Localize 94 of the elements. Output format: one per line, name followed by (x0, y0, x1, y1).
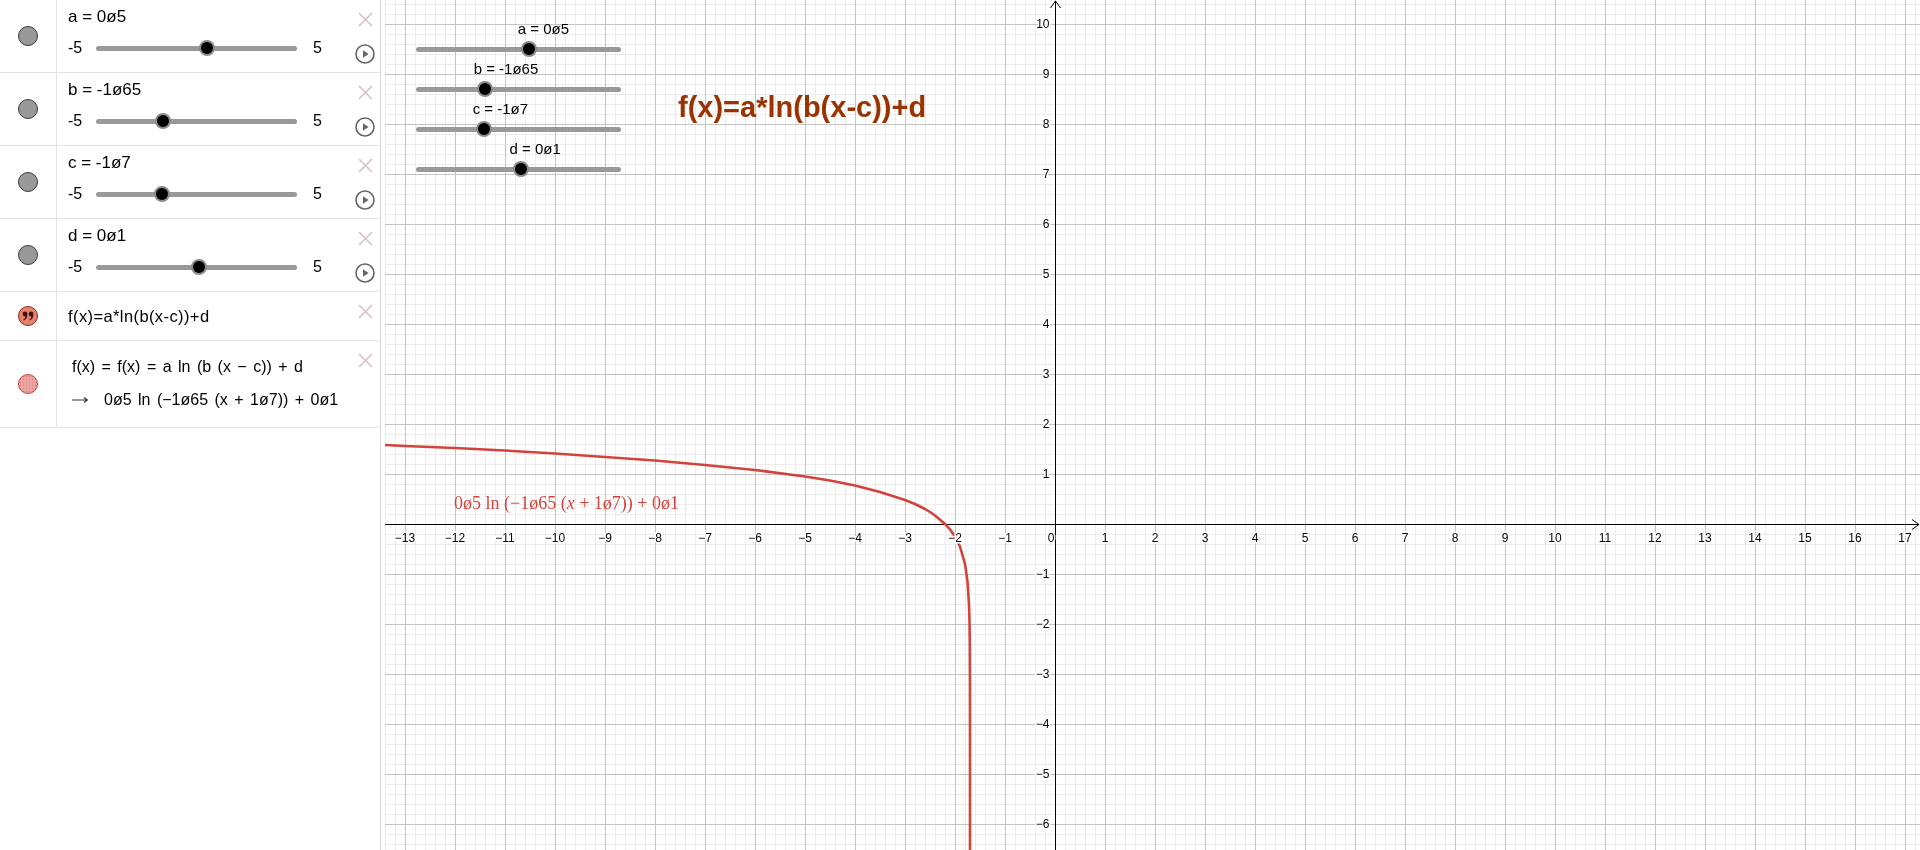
axis-tick-label: 1 (1101, 530, 1109, 545)
slider-min-label: -5 (68, 111, 83, 131)
dot-icon[interactable] (18, 172, 38, 192)
slider-label: a = 0ø5 (68, 6, 127, 28)
dot-icon[interactable] (18, 245, 38, 265)
slider-track[interactable] (416, 41, 621, 57)
play-icon[interactable] (355, 44, 375, 64)
axis-tick-label: 11 (1598, 530, 1612, 545)
slider-thumb[interactable] (520, 41, 537, 57)
axis-tick-label: 2 (1151, 530, 1159, 545)
play-icon[interactable] (355, 263, 375, 283)
axis-tick-label: 12 (1648, 530, 1662, 545)
slider-label: c = -1ø7 (472, 99, 529, 119)
axis-tick-label: 4 (1251, 530, 1259, 545)
axis-tick-label: −10 (544, 530, 566, 545)
axis-tick-label: 9 (1042, 67, 1050, 82)
slider-max-label: 5 (313, 257, 322, 277)
slider-min-label: -5 (68, 184, 83, 204)
axis-tick-label: 17 (1898, 530, 1912, 545)
quote-icon[interactable] (18, 306, 38, 326)
axis-tick-label: 7 (1401, 530, 1409, 545)
slider-track[interactable] (96, 259, 297, 275)
slider-min-label: -5 (68, 257, 83, 277)
axis-tick-label: 2 (1042, 417, 1050, 432)
dot-icon[interactable] (18, 26, 38, 46)
axis-tick-label: 14 (1748, 530, 1762, 545)
slider-max-label: 5 (313, 38, 322, 58)
axis-tick-label: 15 (1798, 530, 1812, 545)
axis-tick-label: 3 (1201, 530, 1209, 545)
slider-track[interactable] (416, 161, 621, 177)
axis-tick-label: 16 (1848, 530, 1862, 545)
axis-tick-label: −11 (495, 530, 515, 545)
slider-thumb[interactable] (198, 40, 215, 56)
axis-tick-label: 1 (1042, 467, 1050, 482)
axis-tick-label: −2 (1035, 617, 1050, 632)
slider-track[interactable] (416, 81, 621, 97)
axis-tick-label: −6 (748, 530, 762, 545)
slider-label: b = -1ø65 (473, 59, 539, 79)
slider-track[interactable] (96, 113, 297, 129)
slider-min-label: -5 (68, 38, 83, 58)
axis-tick-label: 10 (1036, 17, 1050, 32)
slider-thumb[interactable] (475, 121, 492, 137)
slider-label: c = -1ø7 (68, 152, 131, 174)
axis-tick-label: −3 (898, 530, 912, 545)
axis-tick-label: 13 (1698, 530, 1712, 545)
axis-tick-label: 6 (1042, 217, 1050, 232)
axis-tick-label: 4 (1042, 317, 1050, 332)
text-object: f(x)=a*ln(b(x-c))+d (68, 305, 210, 327)
axis-tick-label: −12 (444, 530, 466, 545)
slider-thumb[interactable] (190, 259, 207, 275)
axis-tick-label: 10 (1548, 530, 1562, 545)
axis-tick-label: 5 (1301, 530, 1309, 545)
dotted-dot-icon[interactable] (18, 374, 38, 394)
axis-tick-label: −7 (698, 530, 712, 545)
slider-thumb[interactable] (154, 186, 171, 202)
slider-label: a = 0ø5 (517, 19, 570, 39)
slider-thumb[interactable] (476, 81, 493, 97)
axis-tick-label: −5 (1035, 767, 1050, 782)
axis-tick-label: 9 (1501, 530, 1509, 545)
slider-max-label: 5 (313, 184, 322, 204)
axis-tick-label: 6 (1351, 530, 1359, 545)
slider-label: b = -1ø65 (68, 79, 142, 101)
axis-tick-label: 5 (1042, 267, 1050, 282)
slider-label: d = 0ø1 (509, 139, 561, 159)
function-definition: f(x) = f(x) = a ln (b (x − c)) + d (72, 357, 303, 377)
axis-tick-label: −4 (848, 530, 862, 545)
play-icon[interactable] (355, 190, 375, 210)
slider-track[interactable] (96, 186, 297, 202)
play-icon[interactable] (355, 117, 375, 137)
axis-tick-label: 3 (1042, 367, 1050, 382)
axis-tick-label: −1 (1035, 567, 1050, 582)
slider-thumb[interactable] (512, 161, 529, 177)
axis-tick-label: 8 (1451, 530, 1459, 545)
axis-tick-label: −4 (1035, 717, 1050, 732)
axis-tick-label: −13 (394, 530, 416, 545)
slider-thumb[interactable] (155, 113, 172, 129)
dot-icon[interactable] (18, 99, 38, 119)
axis-tick-label: 7 (1042, 167, 1050, 182)
axis-tick-label: −5 (798, 530, 812, 545)
slider-label: d = 0ø1 (68, 225, 127, 247)
axis-tick-label: −1 (998, 530, 1012, 545)
right-arrow-icon (72, 396, 88, 404)
slider-track[interactable] (416, 121, 621, 137)
axis-tick-label: 0 (1047, 530, 1055, 545)
axis-tick-label: −8 (648, 530, 662, 545)
axis-tick-label: 8 (1042, 117, 1050, 132)
axis-tick-label: −3 (1035, 667, 1050, 682)
axis-tick-label: −6 (1035, 817, 1050, 832)
slider-track[interactable] (96, 40, 297, 56)
formula-text: f(x)=a*ln(b(x-c))+d (678, 90, 927, 124)
slider-max-label: 5 (313, 111, 322, 131)
axis-tick-label: −9 (598, 530, 612, 545)
curve-label: 0ø5 ln (−1ø65 (x + 1ø7)) + 0ø1 (454, 492, 679, 515)
function-value: 0ø5 ln (−1ø65 (x + 1ø7)) + 0ø1 (104, 390, 339, 410)
